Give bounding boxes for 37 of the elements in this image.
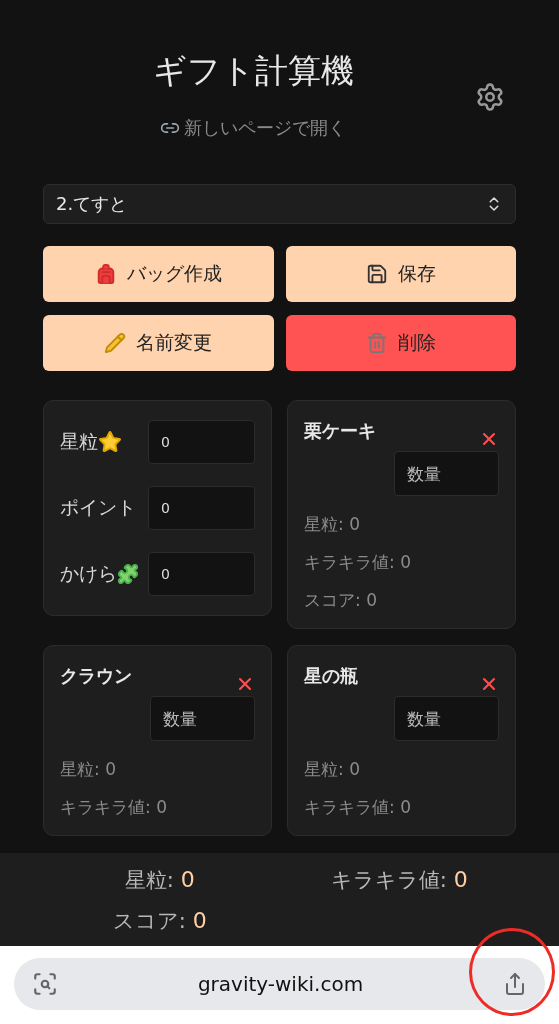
action-button[interactable]: 削除 (285, 315, 516, 371)
total-text: キラキラ値: 0 (330, 865, 468, 894)
input-field[interactable]: 0 (148, 486, 255, 530)
item-name: 星の瓶 (304, 664, 358, 688)
item-stat: キラキラ値: 0 (304, 797, 412, 817)
field-label: かけら (60, 561, 117, 586)
total-text: スコア: 0 (112, 907, 207, 936)
item-stat: キラキラ値: 0 (60, 797, 168, 817)
star-icon (98, 430, 122, 454)
action-button[interactable]: 保存 (285, 246, 516, 302)
total-text: 星粒: 0 (124, 865, 195, 894)
item-stat: 星粒: 0 (304, 759, 361, 779)
trash-icon (365, 332, 388, 354)
item-stat: スコア: 0 (304, 590, 378, 610)
item-name: クラウン (60, 664, 132, 688)
bag-select[interactable]: 2.てすと (43, 184, 516, 224)
pencil-icon (104, 332, 127, 354)
puzzle-icon (117, 563, 139, 585)
input-field[interactable]: 0 (148, 552, 255, 596)
action-button[interactable]: バッグ作成 (43, 246, 274, 302)
input-field[interactable]: 0 (148, 420, 255, 464)
quantity-field[interactable]: 数量 (150, 696, 255, 741)
field-label: ポイント (60, 495, 136, 520)
lens-icon[interactable] (32, 971, 58, 997)
item-stat: 星粒: 0 (304, 514, 361, 534)
settings-icon[interactable] (475, 82, 505, 112)
quantity-field[interactable]: 数量 (394, 696, 499, 741)
field-label: 星粒 (60, 429, 98, 454)
open-new-page-link[interactable]: 新しいページで開く (160, 116, 346, 140)
quantity-field[interactable]: 数量 (394, 451, 499, 496)
app-title: ギフト計算機 (152, 50, 354, 92)
address-bar[interactable]: gravity-wiki.com (14, 958, 545, 1010)
action-button[interactable]: 名前変更 (43, 315, 274, 371)
item-name: 栗ケーキ (304, 419, 376, 443)
item-stat: 星粒: 0 (60, 759, 117, 779)
share-icon[interactable] (503, 972, 527, 996)
item-stat: キラキラ値: 0 (304, 552, 412, 572)
